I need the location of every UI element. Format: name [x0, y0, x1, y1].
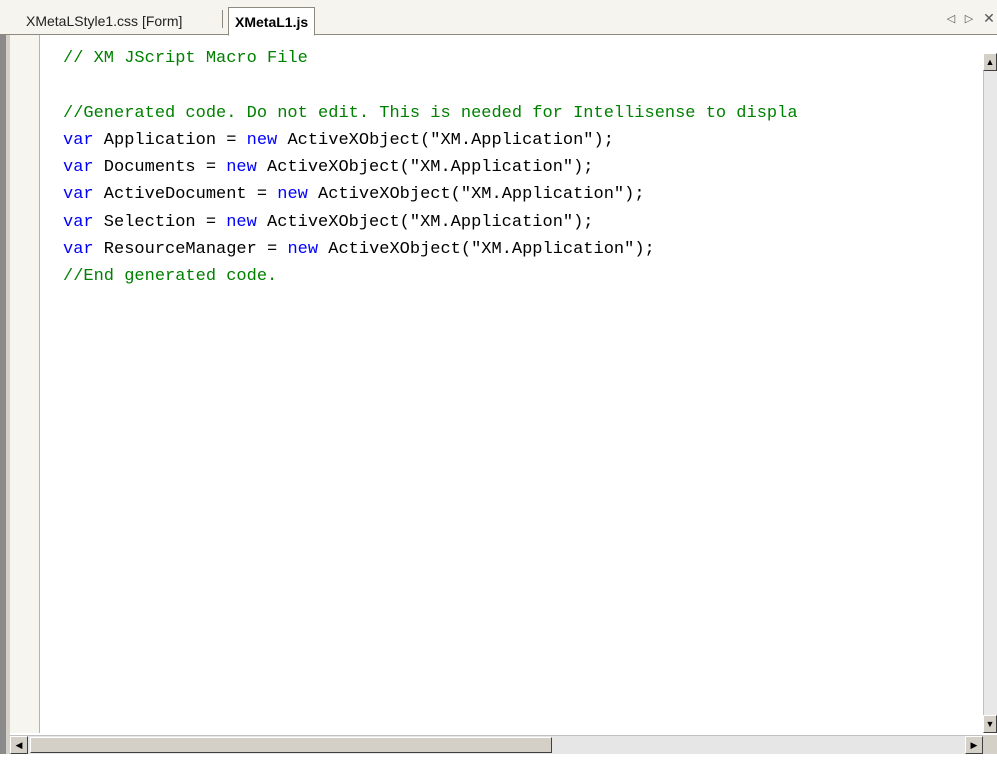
tab-xmetalstyle1-css[interactable]: XMetaLStyle1.css [Form] [26, 7, 182, 35]
code-keyword: var [63, 158, 94, 178]
editor-bottom-edge [0, 754, 997, 767]
code-line[interactable]: var Selection = new ActiveXObject("XM.Ap… [63, 209, 798, 236]
code-line[interactable]: //Generated code. Do not edit. This is n… [63, 100, 798, 127]
code-token: Application = [93, 130, 247, 150]
scroll-down-icon[interactable]: ▼ [983, 715, 997, 733]
code-keyword: var [63, 130, 94, 150]
code-line[interactable]: //End generated code. [63, 263, 798, 290]
code-token: Documents = [93, 158, 227, 178]
horizontal-scrollbar[interactable]: ◀ ▶ [10, 735, 983, 754]
code-line[interactable]: // XM JScript Macro File [63, 45, 798, 72]
scroll-tabs-left-icon[interactable]: ◁ [944, 10, 958, 26]
tab-xmetal1-js[interactable]: XMetaL1.js [228, 7, 316, 36]
code-keyword: var [63, 240, 94, 260]
code-keyword: new [287, 240, 319, 260]
tab-separator [222, 10, 223, 28]
code-keyword: new [246, 130, 278, 150]
scroll-right-icon[interactable]: ▶ [965, 736, 983, 754]
code-token: ActiveXObject("XM.Application"); [256, 158, 594, 178]
code-keyword: new [277, 185, 308, 205]
code-token: ActiveXObject("XM.Application"); [318, 240, 655, 260]
editor-gutter [10, 35, 40, 733]
code-token: Selection = [93, 212, 227, 232]
horizontal-scroll-thumb[interactable] [30, 737, 552, 753]
code-text-area[interactable]: // XM JScript Macro File //Generated cod… [63, 45, 798, 291]
tab-label: XMetaLStyle1.css [Form] [26, 13, 183, 29]
code-keyword: new [226, 158, 257, 178]
code-token: ActiveXObject("XM.Application"); [256, 212, 594, 232]
code-editor[interactable]: // XM JScript Macro File //Generated cod… [0, 35, 997, 767]
code-token: ActiveXObject("XM.Application"); [277, 130, 614, 150]
vertical-scrollbar[interactable]: ▲ ▼ [983, 53, 997, 733]
code-token: ResourceManager = [93, 240, 288, 260]
document-tab-strip: XMetaLStyle1.css [Form] XMetaL1.js ◁ ▷ ✕ [0, 0, 997, 36]
scroll-tabs-right-icon[interactable]: ▷ [962, 10, 976, 26]
code-line[interactable]: var Documents = new ActiveXObject("XM.Ap… [63, 154, 798, 181]
scroll-left-icon[interactable]: ◀ [10, 736, 28, 754]
code-line[interactable]: var Application = new ActiveXObject("XM.… [63, 127, 798, 154]
code-token: ActiveDocument = [93, 185, 278, 205]
close-document-icon[interactable]: ✕ [982, 10, 996, 26]
code-comment: //Generated code. Do not edit. This is n… [63, 103, 798, 123]
scroll-up-icon[interactable]: ▲ [983, 53, 997, 71]
code-line[interactable]: var ResourceManager = new ActiveXObject(… [63, 236, 798, 263]
code-line[interactable] [63, 72, 798, 99]
code-token: ActiveXObject("XM.Application"); [307, 185, 645, 205]
code-keyword: var [63, 185, 94, 205]
code-comment: //End generated code. [63, 267, 278, 287]
code-keyword: var [63, 212, 94, 232]
scrollbar-corner [983, 735, 997, 754]
code-comment: // XM JScript Macro File [63, 49, 308, 68]
code-line[interactable]: var ActiveDocument = new ActiveXObject("… [63, 181, 798, 208]
code-keyword: new [226, 212, 257, 232]
tab-label: XMetaL1.js [235, 13, 309, 30]
